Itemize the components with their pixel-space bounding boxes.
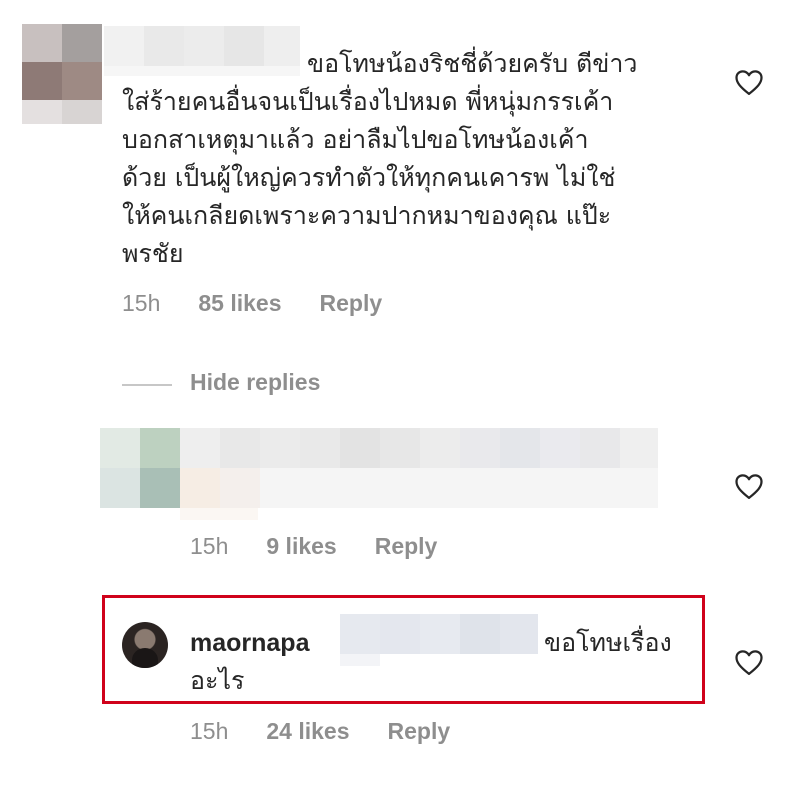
comment-reply-button[interactable]: Reply: [320, 290, 383, 317]
comment-likes[interactable]: 85 likes: [198, 290, 281, 317]
comment-text-line4: ด้วย เป็นผู้ใหญ่ควรทำตัวให้ทุกคนเคารพ ไม…: [122, 163, 616, 192]
reply2-username[interactable]: maornapa: [190, 629, 309, 658]
reply2-likes[interactable]: 24 likes: [266, 718, 349, 745]
reply2-text-line2: อะไร: [190, 666, 245, 695]
comment-meta: 15h 85 likes Reply: [122, 290, 420, 317]
hide-replies-button[interactable]: Hide replies: [190, 369, 320, 396]
heart-outline-icon[interactable]: [734, 472, 764, 500]
reply1-timestamp: 15h: [190, 533, 229, 559]
comment-text-line2: ใส่ร้ายคนอื่นจนเป็นเรื่องไปหมด พี่หนุ่มก…: [122, 87, 614, 116]
heart-outline-icon[interactable]: [734, 68, 764, 96]
reply1-reply-button[interactable]: Reply: [375, 533, 438, 560]
comment-timestamp: 15h: [122, 290, 161, 316]
reply2-timestamp: 15h: [190, 718, 229, 744]
reply2-reply-button[interactable]: Reply: [388, 718, 451, 745]
comment-text-line6: พรชัย: [122, 239, 184, 268]
comment-text-line5: ให้คนเกลียดเพราะความปากหมาของคุณ แป๊ะ: [122, 201, 612, 230]
comment-text-line1: ขอโทษน้องริชชี่ด้วยครับ ตีข่าว: [307, 49, 638, 78]
comment-text-line3: บอกสาเหตุมาแล้ว อย่าลืมไปขอโทษน้องเค้า: [122, 125, 589, 154]
reply1-likes[interactable]: 9 likes: [266, 533, 336, 560]
heart-outline-icon[interactable]: [734, 648, 764, 676]
reply1-meta: 15h 9 likes Reply: [190, 533, 475, 560]
reply2-text-line1: ขอโทษเรื่อง: [544, 628, 672, 657]
hide-replies-divider: [122, 384, 172, 386]
reply2-meta: 15h 24 likes Reply: [190, 718, 488, 745]
avatar[interactable]: [122, 622, 168, 668]
